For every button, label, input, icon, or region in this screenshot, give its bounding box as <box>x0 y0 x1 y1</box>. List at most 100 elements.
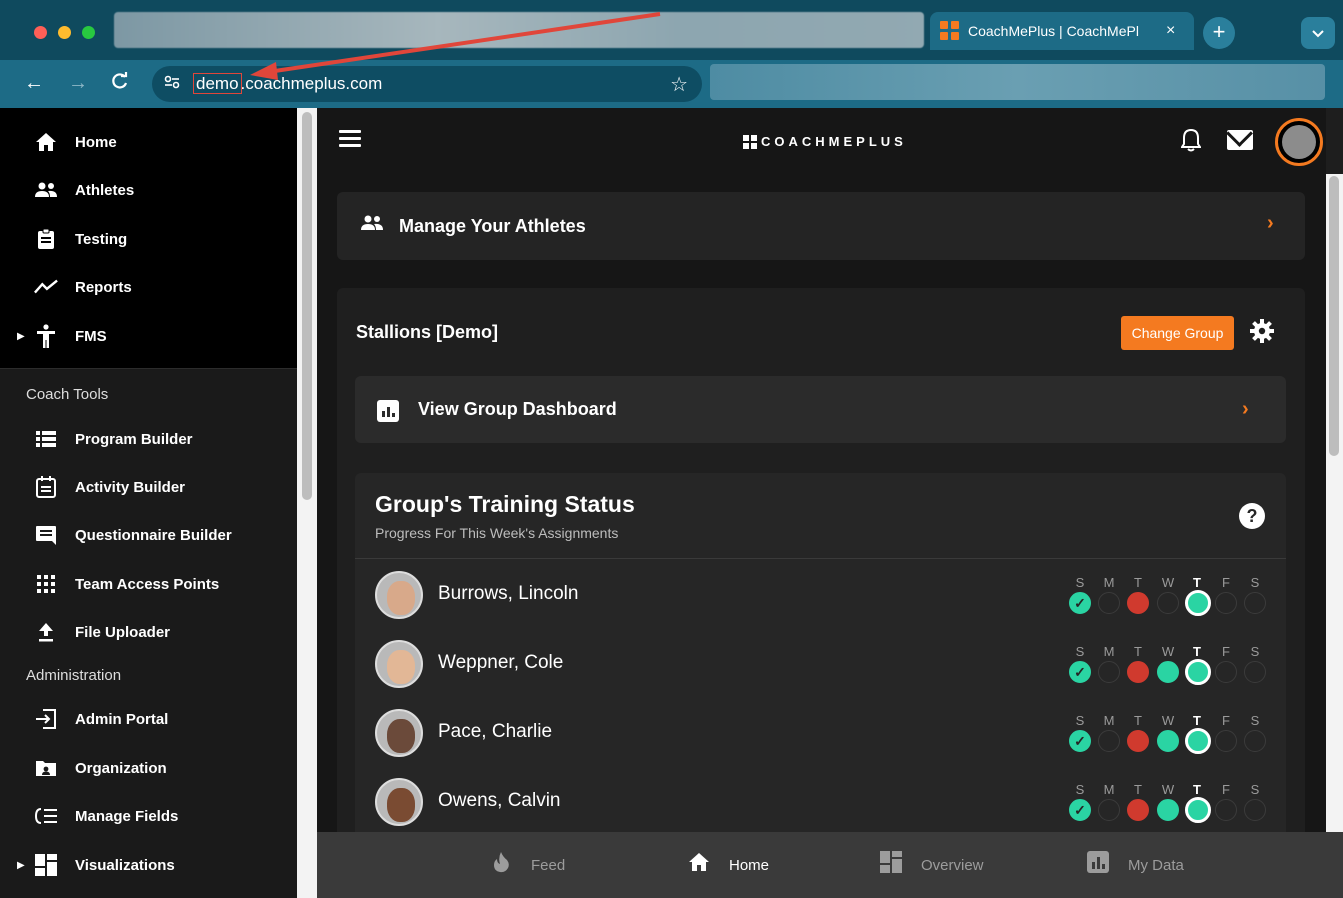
day-status-dot[interactable] <box>1215 661 1237 683</box>
sidebar-item-file-uploader[interactable]: File Uploader <box>0 608 297 656</box>
day-status-dot[interactable] <box>1098 730 1120 752</box>
reload-icon[interactable] <box>108 72 132 96</box>
site-info-icon[interactable] <box>164 75 180 93</box>
day-status-dot[interactable] <box>1185 797 1211 823</box>
day-letter: W <box>1161 713 1175 728</box>
fields-icon <box>34 804 58 828</box>
day-status-dot[interactable] <box>1185 590 1211 616</box>
manage-athletes-card[interactable]: Manage Your Athletes › <box>337 192 1305 260</box>
sidebar-item-team-access-points[interactable]: Team Access Points <box>0 560 297 608</box>
day-letter: T <box>1193 575 1201 590</box>
sidebar-item-activity-builder[interactable]: Activity Builder <box>0 463 297 511</box>
help-icon[interactable]: ? <box>1239 503 1265 529</box>
day-letter: S <box>1250 575 1260 590</box>
new-tab-button[interactable]: + <box>1203 17 1235 49</box>
bell-icon[interactable] <box>1180 128 1202 158</box>
sidebar-item-admin-portal[interactable]: Admin Portal <box>0 695 297 743</box>
mail-icon[interactable] <box>1227 130 1253 150</box>
window-minimize-button[interactable] <box>58 26 71 39</box>
bottom-nav-feed[interactable]: Feed <box>489 832 565 898</box>
bar-chart-icon <box>1086 851 1110 879</box>
day-status-dot[interactable] <box>1157 661 1179 683</box>
view-group-dashboard-card[interactable]: View Group Dashboard › <box>355 376 1286 443</box>
athlete-row[interactable]: Owens, Calvin S ✓ M T W T F S <box>355 766 1286 832</box>
caret-right-icon[interactable]: ▶ <box>17 860 25 871</box>
day-status-dot[interactable] <box>1098 799 1120 821</box>
day-status-dot[interactable] <box>1127 799 1149 821</box>
sidebar-item-reports[interactable]: Reports <box>0 263 297 311</box>
day-letter: S <box>1250 782 1260 797</box>
list-icon <box>34 427 58 451</box>
change-group-button[interactable]: Change Group <box>1121 316 1234 350</box>
athlete-name[interactable]: Weppner, Cole <box>438 652 563 674</box>
athlete-row[interactable]: Weppner, Cole S ✓ M T W T F S <box>355 628 1286 697</box>
sidebar-item-questionnaire-builder[interactable]: Questionnaire Builder <box>0 511 297 559</box>
sidebar-item-label: Admin Portal <box>75 710 169 728</box>
athlete-row[interactable]: Pace, Charlie S ✓ M T W T F S <box>355 697 1286 766</box>
day-status-dot[interactable] <box>1127 661 1149 683</box>
sidebar-item-label: Program Builder <box>75 430 193 448</box>
bottom-nav-home[interactable]: Home <box>687 832 769 898</box>
day-status-dot[interactable] <box>1244 730 1266 752</box>
day-complete-check-icon[interactable]: ✓ <box>1069 592 1091 614</box>
athlete-row[interactable]: Burrows, Lincoln S ✓ M T W T F S <box>355 559 1286 628</box>
sidebar-item-manage-fields[interactable]: Manage Fields <box>0 792 297 840</box>
day-status-dot[interactable] <box>1244 661 1266 683</box>
day-status-dot[interactable] <box>1098 661 1120 683</box>
day-complete-check-icon[interactable]: ✓ <box>1069 730 1091 752</box>
athlete-name[interactable]: Owens, Calvin <box>438 790 561 812</box>
caret-right-icon[interactable]: ▶ <box>17 331 25 342</box>
day-status-dot[interactable] <box>1098 592 1120 614</box>
forward-arrow-icon[interactable]: → <box>66 72 90 95</box>
sidebar-item-home[interactable]: Home <box>0 118 297 166</box>
day-letter: W <box>1161 644 1175 659</box>
day-status-dot[interactable] <box>1157 592 1179 614</box>
window-zoom-button[interactable] <box>82 26 95 39</box>
bottom-nav-my-data[interactable]: My Data <box>1086 832 1184 898</box>
coachmeplus-favicon-icon <box>940 21 960 41</box>
sidebar-item-fms[interactable]: ▶ FMS <box>0 312 297 360</box>
day-complete-check-icon[interactable]: ✓ <box>1069 661 1091 683</box>
sidebar-item-testing[interactable]: Testing <box>0 215 297 263</box>
url-subdomain-highlight: demo <box>193 73 242 94</box>
day-status-dot[interactable] <box>1244 592 1266 614</box>
sidebar-item-organization[interactable]: Organization <box>0 744 297 792</box>
day-status-dot[interactable] <box>1215 730 1237 752</box>
day-status-dot[interactable] <box>1157 730 1179 752</box>
day-status-dot[interactable] <box>1157 799 1179 821</box>
address-bar[interactable]: demo .coachmeplus.com ☆ <box>152 66 702 102</box>
day-status-dot[interactable] <box>1127 730 1149 752</box>
bookmark-star-icon[interactable]: ☆ <box>670 72 688 97</box>
sidebar-item-visualizations[interactable]: ▶ Visualizations <box>0 841 297 889</box>
sidebar-item-athletes[interactable]: Athletes <box>0 166 297 214</box>
active-tab[interactable]: CoachMePlus | CoachMePl × <box>930 12 1194 50</box>
chevron-right-icon: › <box>1242 398 1249 420</box>
day-status-dot[interactable] <box>1215 799 1237 821</box>
tab-close-icon[interactable]: × <box>1166 22 1175 40</box>
day-status-dot[interactable] <box>1127 592 1149 614</box>
day-status-dot[interactable] <box>1215 592 1237 614</box>
training-status-subtitle: Progress For This Week's Assignments <box>375 525 619 541</box>
back-arrow-icon[interactable]: ← <box>22 72 46 95</box>
sidebar-item-label: Activity Builder <box>75 478 186 496</box>
day-letter: S <box>1075 575 1085 590</box>
sidebar-item-program-builder[interactable]: Program Builder <box>0 415 297 463</box>
sidebar-scrollbar-thumb[interactable] <box>302 112 312 500</box>
athlete-name[interactable]: Burrows, Lincoln <box>438 583 578 605</box>
main-scrollbar-thumb[interactable] <box>1329 176 1339 456</box>
day-status-dot[interactable] <box>1244 799 1266 821</box>
day-letter: T <box>1193 713 1201 728</box>
url-text[interactable]: demo .coachmeplus.com <box>193 73 382 94</box>
bottom-nav-overview[interactable]: Overview <box>879 832 984 898</box>
athlete-name[interactable]: Pace, Charlie <box>438 721 552 743</box>
tab-search-button[interactable] <box>1301 17 1335 49</box>
day-letter: F <box>1222 782 1230 797</box>
day-status-dot[interactable] <box>1185 659 1211 685</box>
window-close-button[interactable] <box>34 26 47 39</box>
day-status-dot[interactable] <box>1185 728 1211 754</box>
user-avatar[interactable] <box>1275 118 1323 166</box>
folder-icon <box>34 756 58 780</box>
gear-icon[interactable] <box>1249 318 1275 348</box>
day-complete-check-icon[interactable]: ✓ <box>1069 799 1091 821</box>
hamburger-menu-icon[interactable] <box>339 130 361 151</box>
